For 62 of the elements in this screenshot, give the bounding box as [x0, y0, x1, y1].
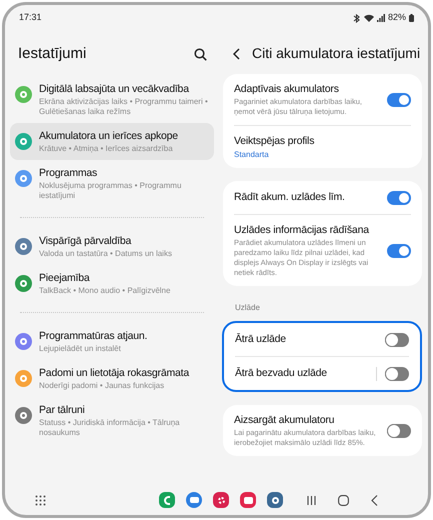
row-title: Ātrā bezvadu uzlāde: [235, 366, 328, 381]
item-title: Padomi un lietotāja rokasgrāmata: [39, 366, 190, 380]
toggle-switch[interactable]: [387, 92, 411, 106]
settings-item[interactable]: Par tālruni Statuss • Juridiskā informācija • Tālruņa nosaukums: [10, 396, 214, 444]
row-title: Adaptīvais akumulators: [234, 82, 340, 97]
item-title: Akumulatora un ierīces apkope: [39, 128, 178, 144]
item-subtitle: Krātuve • Atmiņa • Ierīces aizsardzība: [39, 144, 174, 154]
item-title: Par tālruni: [39, 402, 86, 418]
item-subtitle: Noklusējuma programmas • Programmu iestatījumi: [39, 180, 182, 200]
item-title: Digitālā labsajūta un vecākvadība: [39, 82, 190, 96]
settings-item[interactable]: Programmatūras atjaun. Lejupielādēt un instalēt: [10, 322, 214, 360]
item-subtitle: Noderīgi padomi • Jaunas funkcijas: [39, 380, 166, 390]
item-subtitle: Lejupielādēt un instalēt: [39, 344, 122, 354]
settings-app-icon[interactable]: [267, 492, 283, 508]
flower-app-icon[interactable]: [213, 492, 229, 508]
page-title: Iestatījumi: [18, 44, 86, 64]
row-title: Rādīt akum. uzlādes līm.: [234, 190, 346, 205]
status-time: 17:31: [19, 11, 42, 24]
settings-item[interactable]: Akumulatora un ierīces apkope Krātuve • Atmiņa • Ierīces aizsardzība: [10, 122, 214, 160]
back-icon[interactable]: [371, 494, 378, 506]
row-title: Uzlādes informācijas rādīšana: [234, 223, 370, 238]
row-title: Veiktspējas profils: [234, 134, 316, 149]
row-value: Standarta: [234, 149, 270, 160]
settings-item[interactable]: Padomi un lietotāja rokasgrāmata Noderīgi padomi • Jaunas funkcijas: [10, 360, 214, 396]
settings-row[interactable]: Ātrā bezvadu uzlāde: [235, 357, 409, 390]
search-icon[interactable]: [194, 48, 207, 61]
settings-row[interactable]: Veiktspējas profils Standarta: [234, 126, 411, 168]
battery-icon: [409, 14, 414, 22]
row-title: Aizsargāt akumulatoru: [234, 413, 336, 428]
toggle-switch[interactable]: [385, 332, 409, 346]
toggle-switch[interactable]: [387, 190, 411, 204]
item-subtitle: Valoda un tastatūra • Datums un laiks: [39, 248, 172, 258]
settings-row[interactable]: Ātrā uzlāde: [235, 323, 409, 356]
item-title: Programmas: [39, 166, 98, 180]
row-title: Ātrā uzlāde: [235, 332, 287, 347]
back-icon[interactable]: [233, 48, 240, 60]
apps-grid-icon[interactable]: [35, 494, 46, 506]
recents-icon[interactable]: [307, 496, 316, 504]
toggle-switch[interactable]: [385, 366, 409, 380]
phone-app-icon[interactable]: [159, 492, 175, 508]
bluetooth-icon: [352, 14, 361, 22]
wifi-icon: [364, 14, 374, 22]
settings-item[interactable]: Programmas Noklusējuma programmas • Programmu iestatījumi: [10, 160, 214, 206]
signal-icon: [376, 14, 385, 22]
toggle-switch[interactable]: [387, 244, 411, 258]
battery-percent: 82%: [388, 11, 406, 24]
toggle-switch[interactable]: [387, 424, 411, 438]
page-title: Citi akumulatora iestatījumi: [252, 44, 420, 63]
settings-item[interactable]: Digitālā labsajūta un vecākvadība Ekrāna aktivizācijas laiks • Programmu taimeri • Gulētiešanas laika režīms: [10, 76, 214, 122]
item-subtitle: TalkBack • Mono audio • Palīgizvēlne: [39, 286, 170, 296]
item-title: Pieejamība: [39, 270, 91, 286]
settings-row[interactable]: Rādīt akum. uzlādes līm.: [234, 181, 411, 214]
settings-item[interactable]: Pieejamība TalkBack • Mono audio • Palīgizvēlne: [10, 264, 214, 302]
item-subtitle: Statuss • Juridiskā informācija • Tālruņa nosaukums: [39, 418, 181, 438]
item-title: Programmatūras atjaun.: [39, 328, 148, 344]
messages-app-icon[interactable]: [186, 492, 202, 508]
item-subtitle: Ekrāna aktivizācijas laiks • Programmu taimeri • Gulētiešanas laika režīms: [39, 96, 209, 116]
home-icon[interactable]: [338, 494, 349, 506]
section-header: Uzlāde: [234, 302, 261, 314]
settings-item[interactable]: Vispārīgā pārvaldība Valoda un tastatūra • Datums un laiks: [10, 228, 214, 264]
camera-app-icon[interactable]: [240, 492, 256, 508]
item-title: Vispārīgā pārvaldība: [39, 234, 132, 248]
